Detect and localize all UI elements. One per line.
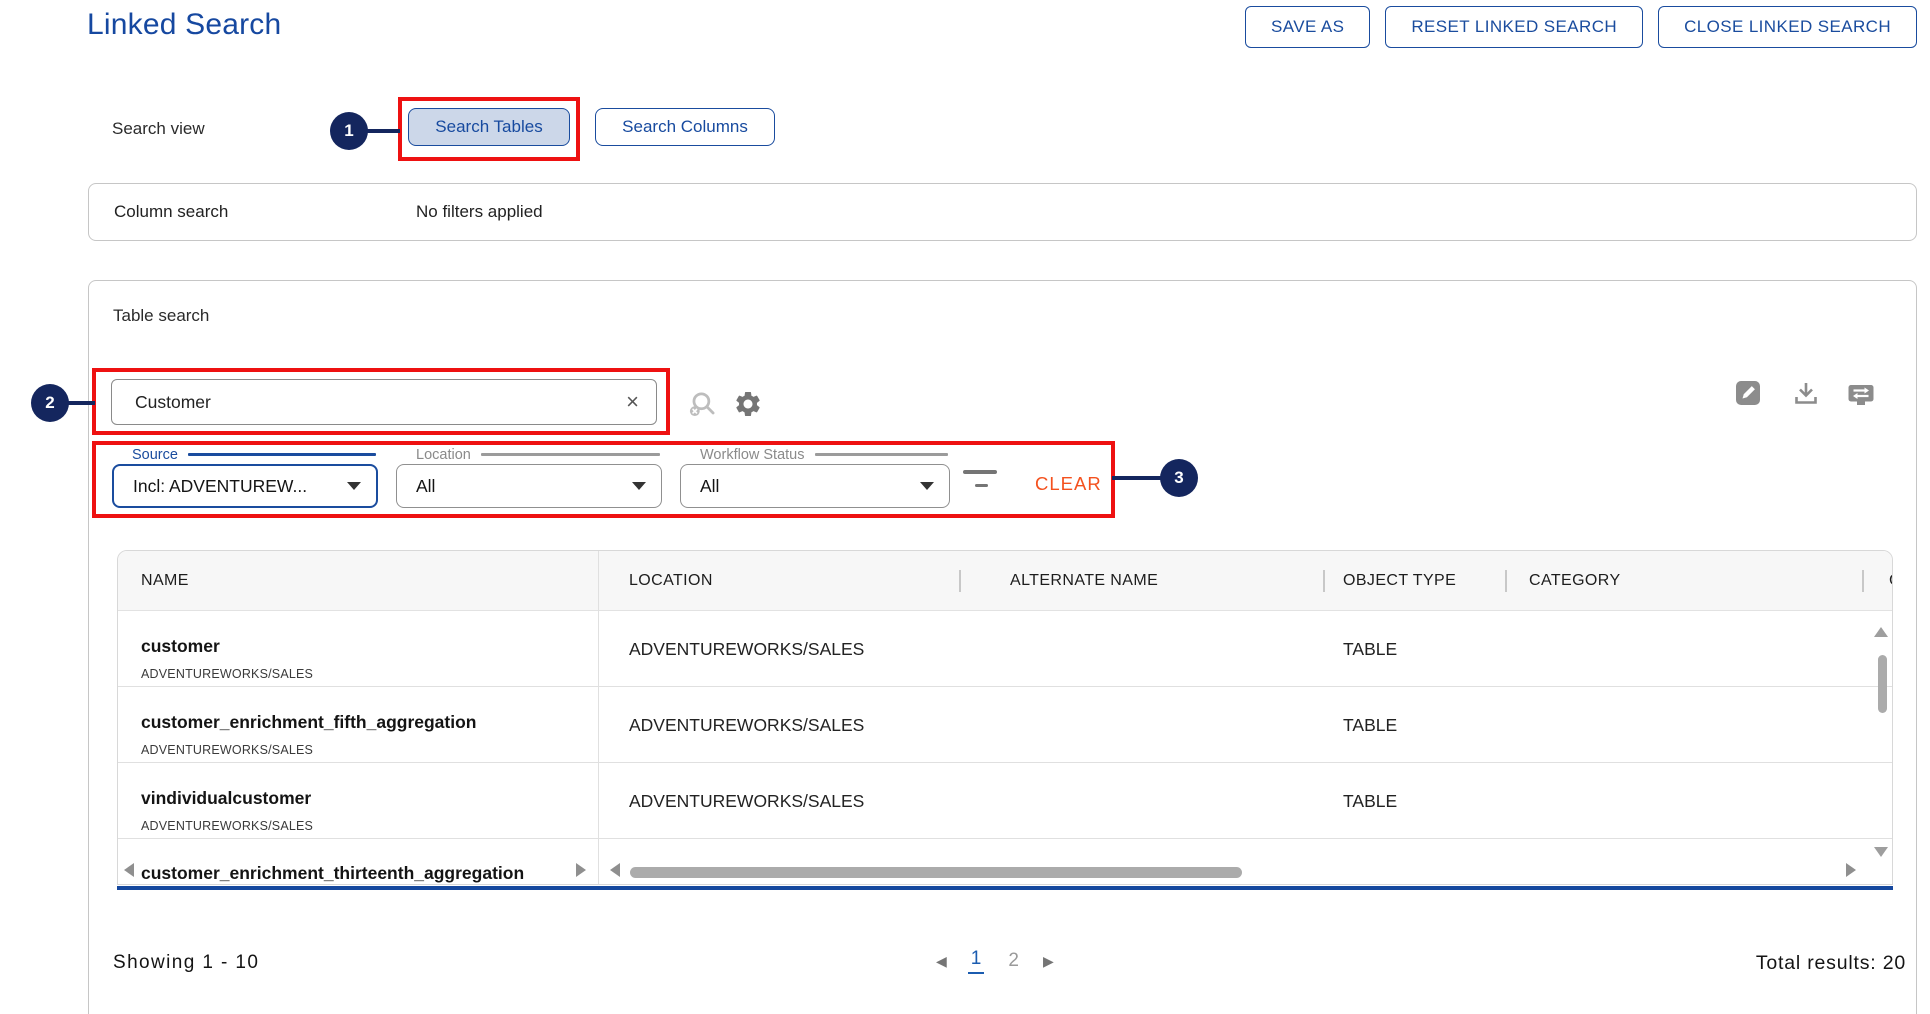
search-view-label: Search view [112, 119, 205, 139]
table-search-input[interactable] [111, 379, 657, 425]
table-search-label: Table search [113, 306, 209, 326]
clear-filters-button[interactable]: CLEAR [1035, 473, 1102, 495]
chevron-down-icon [920, 482, 934, 490]
table-row[interactable]: vindividualcustomer ADVENTUREWORKS/SALES… [118, 763, 1893, 839]
close-linked-search-button[interactable]: CLOSE LINKED SEARCH [1658, 6, 1917, 48]
scroll-down-icon[interactable] [1874, 847, 1888, 857]
workflow-status-filter-value: All [700, 476, 719, 497]
header-divider [1505, 570, 1507, 592]
column-header-cutoff[interactable]: C [1889, 551, 1893, 611]
column-search-label: Column search [114, 202, 416, 222]
chevron-down-icon [632, 482, 646, 490]
header-divider [1323, 570, 1325, 592]
header-divider [959, 570, 961, 592]
pagination: ◀ 1 2 ▶ [936, 948, 1054, 974]
scroll-right-icon[interactable] [576, 863, 586, 877]
page-2-link[interactable]: 2 [1005, 950, 1022, 972]
column-header-location[interactable]: LOCATION [629, 551, 713, 611]
workflow-status-filter-label: Workflow Status [700, 447, 805, 463]
page-title: Linked Search [87, 8, 281, 42]
source-notch-line [188, 453, 376, 456]
linked-search-page: Linked Search SAVE AS RESET LINKED SEARC… [0, 0, 1930, 1014]
row-object-type: TABLE [1343, 687, 1397, 763]
table-header-row: NAME LOCATION ALTERNATE NAME OBJECT TYPE… [118, 551, 1892, 611]
column-header-category[interactable]: CATEGORY [1529, 551, 1621, 611]
row-source-path: ADVENTUREWORKS/SALES [141, 819, 313, 833]
column-header-name[interactable]: NAME [141, 551, 189, 611]
workflow-status-filter-dropdown[interactable]: Workflow Status All [680, 446, 950, 508]
location-notch-line [481, 453, 660, 456]
showing-range-label: Showing 1 - 10 [113, 952, 259, 974]
row-name: vindividualcustomer [141, 788, 311, 809]
annotation-badge-1: 1 [330, 112, 368, 150]
location-filter-value: All [416, 476, 435, 497]
total-results-label: Total results: 20 [1756, 952, 1906, 975]
tab-search-columns[interactable]: Search Columns [595, 108, 775, 146]
download-icon[interactable] [1790, 378, 1822, 410]
clear-search-icon[interactable]: × [626, 391, 639, 413]
vertical-scrollbar-thumb[interactable] [1878, 655, 1887, 713]
table-row[interactable]: customer_enrichment_fifth_aggregation AD… [118, 687, 1893, 763]
filter-icon[interactable] [963, 470, 999, 487]
next-page-icon[interactable]: ▶ [1043, 953, 1054, 970]
row-name: customer_enrichment_thirteenth_aggregati… [141, 863, 524, 884]
row-source-path: ADVENTUREWORKS/SALES [141, 743, 313, 757]
row-object-type: TABLE [1343, 763, 1397, 839]
header-actions: SAVE AS RESET LINKED SEARCH CLOSE LINKED… [1245, 6, 1917, 48]
column-search-panel: Column search No filters applied [88, 183, 1917, 241]
previous-page-icon[interactable]: ◀ [936, 953, 947, 970]
scroll-right-icon[interactable] [1846, 863, 1856, 877]
save-as-button[interactable]: SAVE AS [1245, 6, 1370, 48]
header-divider [1862, 570, 1864, 592]
tab-search-tables[interactable]: Search Tables [408, 108, 570, 146]
table-bottom-accent-line [117, 886, 1893, 890]
source-filter-value: Incl: ADVENTUREW... [133, 476, 307, 497]
source-filter-dropdown[interactable]: Source Incl: ADVENTUREW... [112, 446, 378, 508]
gear-icon[interactable] [733, 389, 763, 419]
annotation-connector-3 [1112, 476, 1164, 480]
row-object-type: TABLE [1343, 611, 1397, 687]
transfer-icon[interactable] [1845, 379, 1877, 411]
row-location: ADVENTUREWORKS/SALES [629, 763, 864, 839]
row-location: ADVENTUREWORKS/SALES [629, 611, 864, 687]
location-filter-label: Location [416, 447, 471, 463]
page-1-link[interactable]: 1 [968, 948, 985, 974]
search-off-icon[interactable] [686, 388, 720, 422]
workflow-notch-line [815, 453, 949, 456]
reset-linked-search-button[interactable]: RESET LINKED SEARCH [1385, 6, 1643, 48]
row-source-path: ADVENTUREWORKS/SALES [141, 667, 313, 681]
table-row[interactable]: customer ADVENTUREWORKS/SALES ADVENTUREW… [118, 611, 1893, 687]
annotation-badge-2: 2 [31, 384, 69, 422]
scroll-left-icon[interactable] [124, 863, 134, 877]
scroll-up-icon[interactable] [1874, 627, 1888, 637]
row-name: customer [141, 636, 220, 657]
column-header-alternate-name[interactable]: ALTERNATE NAME [1010, 551, 1158, 611]
table-search-input-wrap: × [111, 379, 657, 425]
chevron-down-icon [347, 482, 361, 490]
row-name: customer_enrichment_fifth_aggregation [141, 712, 476, 733]
annotation-badge-3: 3 [1160, 459, 1198, 497]
source-filter-label: Source [132, 447, 178, 463]
table-row[interactable]: customer_enrichment_thirteenth_aggregati… [118, 839, 1893, 885]
horizontal-scrollbar-thumb[interactable] [630, 867, 1242, 878]
column-header-object-type[interactable]: OBJECT TYPE [1343, 551, 1456, 611]
edit-icon[interactable] [1732, 377, 1764, 409]
column-search-status: No filters applied [416, 202, 543, 222]
results-table: NAME LOCATION ALTERNATE NAME OBJECT TYPE… [117, 550, 1893, 885]
row-location: ADVENTUREWORKS/SALES [629, 687, 864, 763]
scroll-left-icon[interactable] [610, 863, 620, 877]
location-filter-dropdown[interactable]: Location All [396, 446, 662, 508]
